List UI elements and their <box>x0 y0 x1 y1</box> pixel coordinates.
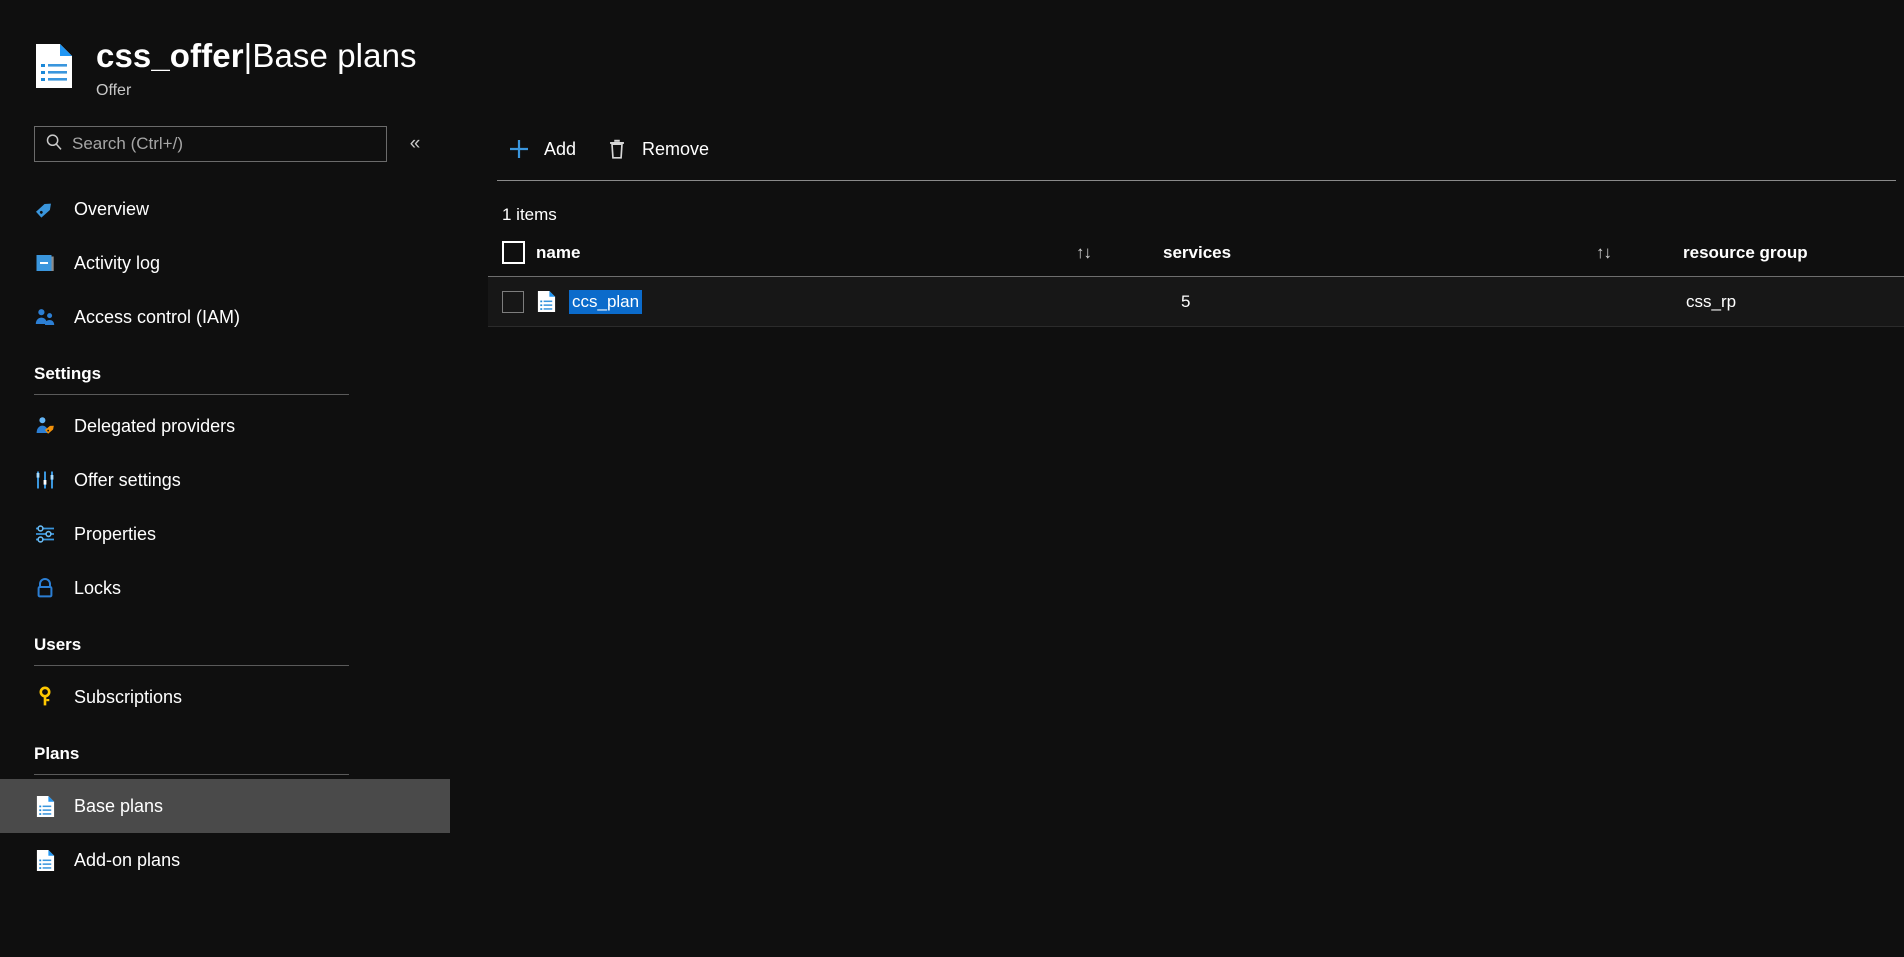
key-icon <box>34 686 56 708</box>
sidebar-section-settings: Settings <box>0 344 455 399</box>
sidebar: Search (Ctrl+/) « Overview <box>0 120 455 957</box>
sidebar-item-properties[interactable]: Properties <box>0 507 455 561</box>
book-icon <box>34 252 56 274</box>
row-resource-group-value: css_rp <box>1683 292 1736 311</box>
add-button[interactable]: Add <box>502 127 590 171</box>
sidebar-item-label: Offer settings <box>74 470 181 491</box>
column-header-resource-group[interactable]: resource group <box>1656 235 1904 277</box>
page-title: css_offer|Base plans <box>96 36 417 76</box>
command-toolbar: Add Remove <box>475 120 1904 178</box>
sidebar-item-delegated-providers[interactable]: Delegated providers <box>0 399 455 453</box>
sort-services-button[interactable]: ↑↓ <box>1596 235 1656 277</box>
main-content: Add Remove 1 items <box>455 120 1904 957</box>
lock-icon <box>34 577 56 599</box>
section-divider <box>34 774 349 775</box>
sidebar-item-label: Add-on plans <box>74 850 180 871</box>
sidebar-item-base-plans[interactable]: Base plans <box>0 779 450 833</box>
vertical-sliders-icon <box>34 469 56 491</box>
sidebar-section-label: Settings <box>34 364 455 384</box>
search-icon <box>45 133 63 156</box>
sidebar-item-label: Base plans <box>74 796 163 817</box>
row-spacer-cell-2 <box>1596 277 1656 327</box>
sidebar-item-label: Subscriptions <box>74 687 182 708</box>
sidebar-section-plans: Plans <box>0 724 455 779</box>
item-count: 1 items <box>475 181 1904 235</box>
column-header-services[interactable]: services <box>1136 235 1596 277</box>
trash-icon <box>604 136 630 162</box>
people-icon <box>34 306 56 328</box>
row-spacer-cell-1 <box>1076 277 1136 327</box>
sidebar-item-label: Activity log <box>74 253 160 274</box>
section-divider <box>34 394 349 395</box>
offer-document-icon <box>32 42 76 90</box>
document-list-icon <box>34 849 56 871</box>
sidebar-item-overview[interactable]: Overview <box>0 182 455 236</box>
sidebar-item-offer-settings[interactable]: Offer settings <box>0 453 455 507</box>
header-text-group: css_offer|Base plans Offer <box>96 36 417 100</box>
row-resource-group-cell: css_rp <box>1656 277 1904 327</box>
collapse-sidebar-button[interactable]: « <box>395 126 435 162</box>
document-list-icon <box>536 290 558 314</box>
search-input[interactable]: Search (Ctrl+/) <box>34 126 387 162</box>
row-services-cell: 5 <box>1136 277 1596 327</box>
sidebar-item-locks[interactable]: Locks <box>0 561 455 615</box>
row-select-cell[interactable] <box>488 277 536 327</box>
sidebar-item-add-on-plans[interactable]: Add-on plans <box>0 833 455 887</box>
column-header-name[interactable]: name <box>536 235 1076 277</box>
row-checkbox[interactable] <box>502 291 524 313</box>
table-row[interactable]: ccs_plan 5 css_rp <box>488 277 1904 327</box>
sort-icon: ↑↓ <box>1076 243 1099 263</box>
sidebar-item-label: Access control (IAM) <box>74 307 240 328</box>
blade-body: Search (Ctrl+/) « Overview <box>0 120 1904 957</box>
sidebar-item-subscriptions[interactable]: Subscriptions <box>0 670 455 724</box>
page-title-resource: css_offer <box>96 37 244 74</box>
table-header-row: name ↑↓ services ↑↓ resource group <box>488 235 1904 277</box>
sidebar-item-label: Overview <box>74 199 149 220</box>
row-services-value: 5 <box>1163 292 1190 311</box>
sidebar-section-label: Plans <box>34 744 455 764</box>
sidebar-item-label: Locks <box>74 578 121 599</box>
sidebar-search-row: Search (Ctrl+/) « <box>0 122 455 166</box>
sidebar-section-label: Users <box>34 635 455 655</box>
sort-name-button[interactable]: ↑↓ <box>1076 235 1136 277</box>
horizontal-sliders-icon <box>34 523 56 545</box>
tag-icon <box>34 198 56 220</box>
sidebar-section-users: Users <box>0 615 455 670</box>
azure-portal-blade: css_offer|Base plans Offer Search (Ctrl+… <box>0 0 1904 957</box>
remove-button-label: Remove <box>642 139 709 160</box>
row-name-cell[interactable]: ccs_plan <box>536 277 1076 327</box>
sidebar-nav: Overview Activity log <box>0 182 455 887</box>
person-tag-icon <box>34 415 56 437</box>
remove-button[interactable]: Remove <box>600 127 723 171</box>
page-title-section: Base plans <box>252 37 416 74</box>
sidebar-item-label: Properties <box>74 524 156 545</box>
add-button-label: Add <box>544 139 576 160</box>
sidebar-item-access-control[interactable]: Access control (IAM) <box>0 290 455 344</box>
sidebar-item-label: Delegated providers <box>74 416 235 437</box>
sort-icon: ↑↓ <box>1596 243 1619 263</box>
row-name-link[interactable]: ccs_plan <box>569 290 642 314</box>
select-all-checkbox[interactable] <box>502 241 525 264</box>
search-placeholder: Search (Ctrl+/) <box>72 134 183 154</box>
document-list-icon <box>34 795 56 817</box>
sidebar-item-activity-log[interactable]: Activity log <box>0 236 455 290</box>
page-subtitle: Offer <box>96 82 417 100</box>
section-divider <box>34 665 349 666</box>
blade-header: css_offer|Base plans Offer <box>0 0 1904 120</box>
plans-table: name ↑↓ services ↑↓ resource group <box>488 235 1904 327</box>
select-all-header[interactable] <box>488 235 536 277</box>
plus-icon <box>506 136 532 162</box>
